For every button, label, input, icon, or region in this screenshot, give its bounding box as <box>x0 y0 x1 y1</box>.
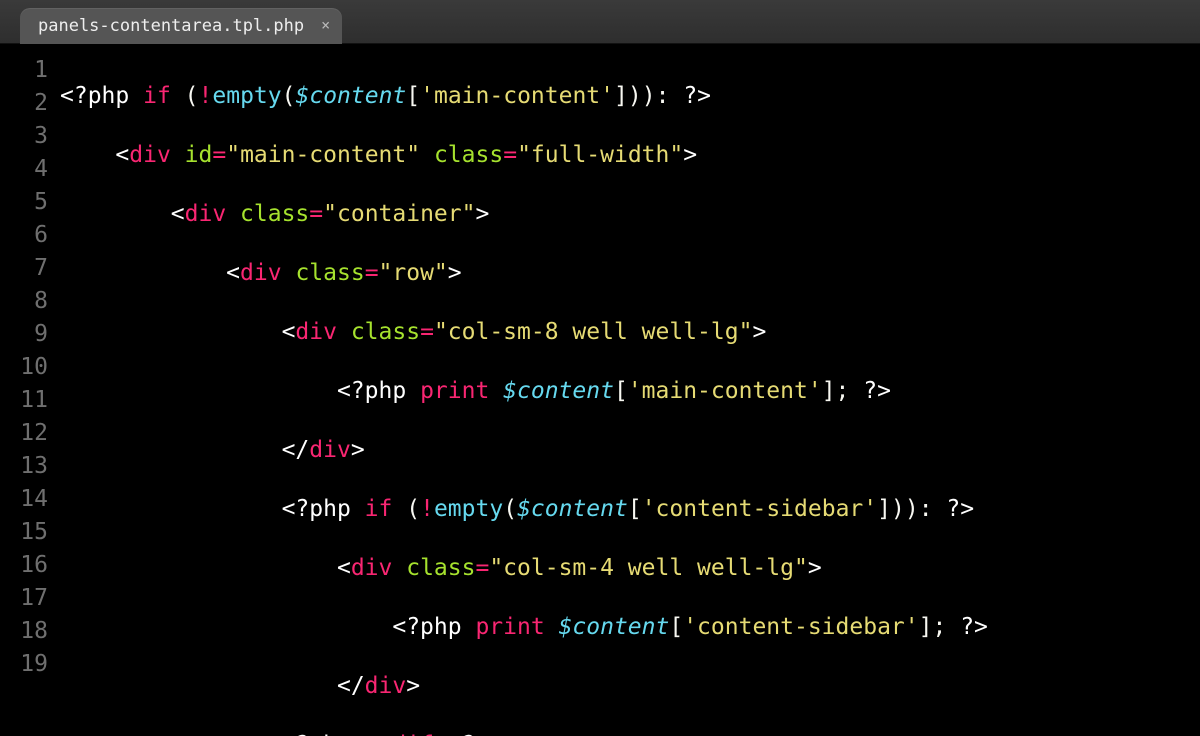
code-line[interactable]: <div id="main-content" class="full-width… <box>60 139 1200 172</box>
line-number: 8 <box>0 285 48 318</box>
code-line[interactable]: <?php print $content['content-sidebar'];… <box>60 611 1200 644</box>
line-number: 17 <box>0 582 48 615</box>
file-tab[interactable]: panels-contentarea.tpl.php × <box>20 8 342 44</box>
line-number: 1 <box>0 54 48 87</box>
line-number: 9 <box>0 318 48 351</box>
code-line[interactable]: <div class="container"> <box>60 198 1200 231</box>
line-number: 4 <box>0 153 48 186</box>
code-editor[interactable]: 1 2 3 4 5 6 7 8 9 10 11 12 13 14 15 16 1… <box>0 44 1200 736</box>
line-number: 18 <box>0 615 48 648</box>
code-area[interactable]: <?php if (!empty($content['main-content'… <box>58 54 1200 736</box>
code-line[interactable]: <?php print $content['main-content']; ?> <box>60 375 1200 408</box>
tab-bar: panels-contentarea.tpl.php × <box>0 0 1200 44</box>
code-line[interactable]: <div class="col-sm-4 well well-lg"> <box>60 552 1200 585</box>
code-line[interactable]: <?php endif; ?> <box>60 729 1200 736</box>
code-line[interactable]: <?php if (!empty($content['content-sideb… <box>60 493 1200 526</box>
line-number: 16 <box>0 549 48 582</box>
code-line[interactable]: <div class="col-sm-8 well well-lg"> <box>60 316 1200 349</box>
line-number: 5 <box>0 186 48 219</box>
line-number: 11 <box>0 384 48 417</box>
code-line[interactable]: </div> <box>60 434 1200 467</box>
code-line[interactable]: <?php if (!empty($content['main-content'… <box>60 80 1200 113</box>
code-line[interactable]: <div class="row"> <box>60 257 1200 290</box>
line-number: 6 <box>0 219 48 252</box>
line-number: 19 <box>0 648 48 681</box>
line-number: 3 <box>0 120 48 153</box>
tab-filename: panels-contentarea.tpl.php <box>38 16 304 36</box>
code-line[interactable]: </div> <box>60 670 1200 703</box>
line-number: 14 <box>0 483 48 516</box>
close-icon[interactable]: × <box>321 18 330 33</box>
line-number: 10 <box>0 351 48 384</box>
line-number: 13 <box>0 450 48 483</box>
line-number: 12 <box>0 417 48 450</box>
line-number: 2 <box>0 87 48 120</box>
line-number-gutter: 1 2 3 4 5 6 7 8 9 10 11 12 13 14 15 16 1… <box>0 54 58 736</box>
line-number: 15 <box>0 516 48 549</box>
line-number: 7 <box>0 252 48 285</box>
